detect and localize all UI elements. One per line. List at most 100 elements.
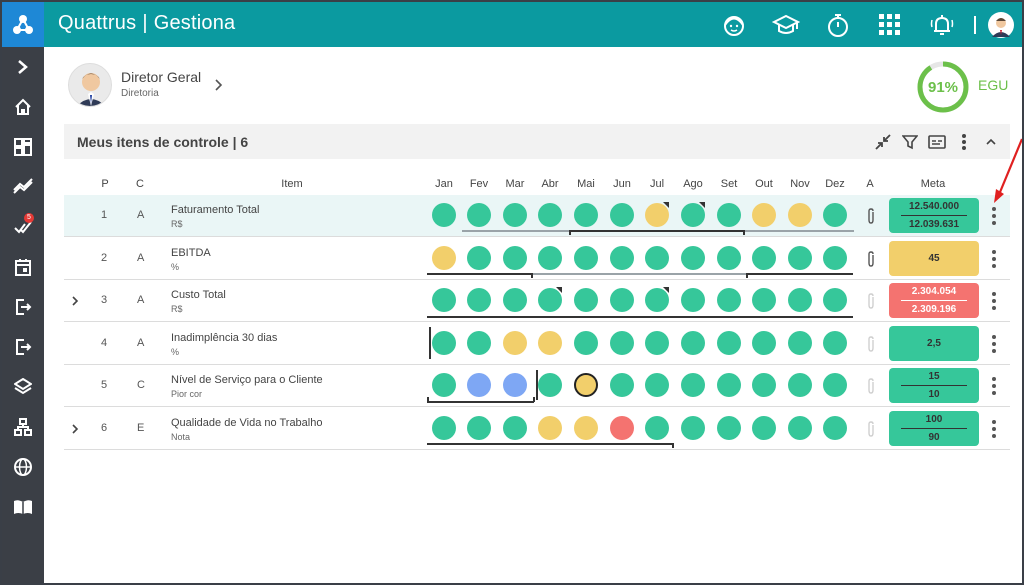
status-dot[interactable] <box>681 246 705 270</box>
status-dot[interactable] <box>823 331 847 355</box>
status-dot[interactable] <box>752 373 776 397</box>
status-dot[interactable] <box>717 331 741 355</box>
status-dot[interactable] <box>788 246 812 270</box>
more-vert-icon[interactable] <box>988 377 1000 395</box>
status-dot[interactable] <box>538 203 562 227</box>
sidebar-item-globe[interactable] <box>2 447 44 487</box>
status-dot[interactable] <box>788 288 812 312</box>
attachment-icon[interactable] <box>866 251 876 272</box>
attachment-icon[interactable] <box>866 293 876 314</box>
sidebar-item-calendar[interactable] <box>2 247 44 287</box>
status-dot[interactable] <box>432 416 456 440</box>
status-dot[interactable] <box>538 416 562 440</box>
status-dot[interactable] <box>574 288 598 312</box>
status-dot[interactable] <box>823 416 847 440</box>
attachment-icon[interactable] <box>866 336 876 357</box>
status-dot[interactable] <box>823 246 847 270</box>
support-agent-icon[interactable] <box>708 2 760 47</box>
status-dot[interactable] <box>467 203 491 227</box>
attachment-icon[interactable] <box>866 208 876 229</box>
more-vert-icon[interactable] <box>988 292 1000 310</box>
status-dot[interactable] <box>432 288 456 312</box>
status-dot[interactable] <box>503 203 527 227</box>
filter-icon[interactable] <box>896 124 923 159</box>
status-dot[interactable] <box>574 373 598 397</box>
status-dot[interactable] <box>467 246 491 270</box>
chevron-right-icon[interactable] <box>214 78 224 97</box>
meta-value[interactable]: 15 10 <box>889 368 979 403</box>
status-dot[interactable] <box>432 331 456 355</box>
status-dot[interactable] <box>467 331 491 355</box>
status-dot[interactable] <box>823 203 847 227</box>
status-dot[interactable] <box>788 373 812 397</box>
expand-sidebar-button[interactable] <box>2 47 44 87</box>
profile-name[interactable]: Diretor Geral <box>121 69 201 85</box>
profile-avatar[interactable] <box>68 63 112 107</box>
status-dot[interactable] <box>681 373 705 397</box>
status-dot[interactable] <box>752 203 776 227</box>
sidebar-item-dashboard[interactable] <box>2 127 44 167</box>
sidebar-item-hierarchy[interactable] <box>2 407 44 447</box>
chevron-right-icon[interactable] <box>71 294 79 312</box>
status-dot[interactable] <box>538 246 562 270</box>
sidebar-item-trends[interactable] <box>2 167 44 207</box>
status-dot[interactable] <box>574 203 598 227</box>
status-dot[interactable] <box>645 373 669 397</box>
bell-icon[interactable] <box>916 2 968 47</box>
status-dot[interactable] <box>503 246 527 270</box>
status-dot[interactable] <box>432 373 456 397</box>
status-dot[interactable] <box>610 203 634 227</box>
item-name[interactable]: Qualidade de Vida no Trabalho <box>171 417 322 429</box>
status-dot[interactable] <box>467 373 491 397</box>
app-logo[interactable] <box>2 2 44 47</box>
status-dot[interactable] <box>503 416 527 440</box>
status-dot[interactable] <box>823 373 847 397</box>
meta-value[interactable]: 12.540.000 12.039.631 <box>889 198 979 233</box>
more-vert-icon[interactable] <box>988 250 1000 268</box>
status-dot[interactable] <box>717 416 741 440</box>
status-dot[interactable] <box>717 246 741 270</box>
item-name[interactable]: Nível de Serviço para o Cliente <box>171 374 323 386</box>
attachment-icon[interactable] <box>866 378 876 399</box>
status-dot[interactable] <box>788 203 812 227</box>
graduation-cap-icon[interactable] <box>760 2 812 47</box>
status-dot[interactable] <box>432 203 456 227</box>
status-dot[interactable] <box>432 246 456 270</box>
status-dot[interactable] <box>574 246 598 270</box>
status-dot[interactable] <box>645 416 669 440</box>
status-dot[interactable] <box>574 416 598 440</box>
status-dot[interactable] <box>610 288 634 312</box>
subtitles-icon[interactable] <box>923 124 950 159</box>
sidebar-item-tasks[interactable]: 5 <box>2 207 44 247</box>
meta-value[interactable]: 2.304.054 2.309.196 <box>889 283 979 318</box>
more-vert-icon[interactable] <box>988 335 1000 353</box>
status-dot[interactable] <box>681 288 705 312</box>
status-dot[interactable] <box>610 373 634 397</box>
status-dot[interactable] <box>788 416 812 440</box>
item-name[interactable]: Inadimplência 30 dias <box>171 332 277 344</box>
status-dot[interactable] <box>574 331 598 355</box>
status-dot[interactable] <box>788 331 812 355</box>
item-name[interactable]: EBITDA <box>171 247 211 259</box>
status-dot[interactable] <box>823 288 847 312</box>
stopwatch-icon[interactable] <box>812 2 864 47</box>
status-dot[interactable] <box>610 416 634 440</box>
status-dot[interactable] <box>467 416 491 440</box>
more-vert-icon[interactable] <box>950 124 977 159</box>
apps-grid-icon[interactable] <box>864 2 916 47</box>
status-dot[interactable] <box>645 246 669 270</box>
sidebar-item-layers[interactable] <box>2 367 44 407</box>
table-row[interactable]: 4 A Inadimplência 30 dias% 2,5 <box>64 323 1010 365</box>
meta-value[interactable]: 100 90 <box>889 411 979 446</box>
status-dot[interactable] <box>717 203 741 227</box>
status-dot[interactable] <box>610 246 634 270</box>
status-dot[interactable] <box>538 331 562 355</box>
status-dot[interactable] <box>752 246 776 270</box>
sidebar-item-exit-1[interactable] <box>2 287 44 327</box>
attachment-icon[interactable] <box>866 421 876 442</box>
item-name[interactable]: Custo Total <box>171 289 226 301</box>
status-dot[interactable] <box>503 373 527 397</box>
status-dot[interactable] <box>610 331 634 355</box>
sidebar-item-home[interactable] <box>2 87 44 127</box>
status-dot[interactable] <box>503 331 527 355</box>
